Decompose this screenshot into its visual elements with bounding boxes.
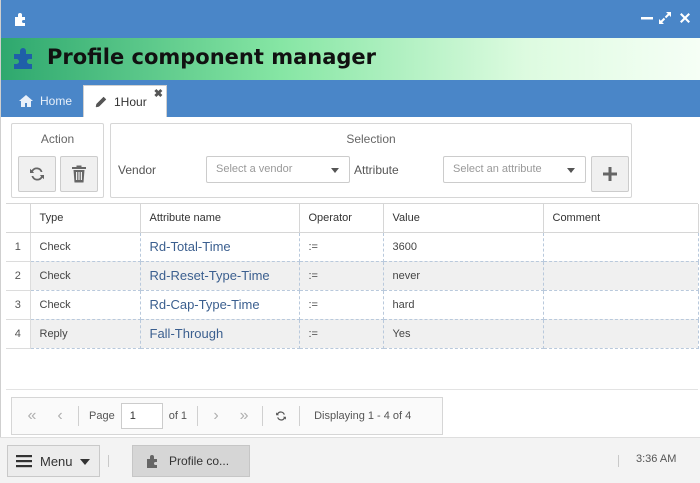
pager-separator <box>262 406 264 426</box>
next-page-icon[interactable]: › <box>202 402 230 430</box>
page-count-label: of 1 <box>168 410 188 422</box>
table-row[interactable]: 3 Check Rd-Cap-Type-Time := hard <box>6 289 699 320</box>
operator-cell[interactable]: := <box>298 260 384 291</box>
puzzle-icon <box>12 45 38 71</box>
attribute-cell[interactable]: Rd-Cap-Type-Time <box>139 289 300 320</box>
window-titlebar[interactable] <box>1 0 700 38</box>
first-page-icon[interactable]: « <box>18 402 46 430</box>
table-row[interactable]: 2 Check Rd-Reset-Type-Time := never <box>6 260 699 291</box>
attribute-cell[interactable]: Fall-Through <box>139 318 300 349</box>
refresh-icon <box>276 411 286 421</box>
attribute-select[interactable]: Select an attribute <box>443 156 586 183</box>
chevron-down-icon <box>80 459 90 465</box>
tab-close-icon[interactable]: ✖ <box>154 87 163 100</box>
taskbar-divider <box>618 455 619 467</box>
chevron-down-icon <box>331 168 339 173</box>
column-header-rownum <box>6 204 31 233</box>
page-title: Profile component manager <box>47 45 377 69</box>
tab-1hour[interactable]: 1Hour ✖ <box>83 85 167 117</box>
plus-icon <box>603 167 617 181</box>
comment-cell[interactable] <box>542 289 699 320</box>
column-header-value[interactable]: Value <box>383 204 544 233</box>
type-cell[interactable]: Check <box>29 260 141 291</box>
page-label: Page <box>89 410 115 422</box>
tab-strip: Home 1Hour ✖ <box>1 80 700 117</box>
row-number: 3 <box>6 290 31 320</box>
attribute-cell[interactable]: Rd-Reset-Type-Time <box>139 260 300 291</box>
value-cell[interactable]: 3600 <box>382 231 544 262</box>
type-cell[interactable]: Reply <box>29 318 141 349</box>
home-icon <box>19 95 33 107</box>
pager-separator <box>78 406 79 426</box>
add-attribute-button[interactable] <box>591 156 629 192</box>
chevron-down-icon <box>567 168 575 173</box>
tab-1hour-label: 1Hour <box>114 94 147 109</box>
grid-header-row: Type Attribute name Operator Value Comme… <box>6 204 699 233</box>
table-row[interactable]: 4 Reply Fall-Through := Yes <box>6 318 699 349</box>
menu-button[interactable]: Menu <box>7 445 100 477</box>
attribute-placeholder: Select an attribute <box>453 163 542 175</box>
pencil-icon <box>95 96 107 107</box>
app-banner: Profile component manager <box>1 38 700 80</box>
prev-page-icon[interactable]: ‹ <box>46 402 74 430</box>
vendor-placeholder: Select a vendor <box>216 163 293 175</box>
vendor-select[interactable]: Select a vendor <box>206 156 350 183</box>
close-icon[interactable] <box>677 10 693 26</box>
last-page-icon[interactable]: » <box>230 402 258 430</box>
refresh-icon <box>30 167 44 181</box>
tab-home-label: Home <box>40 94 73 108</box>
action-group: Action <box>11 123 104 198</box>
delete-button[interactable] <box>60 156 98 192</box>
operator-cell[interactable]: := <box>298 231 384 262</box>
attribute-cell[interactable]: Rd-Total-Time <box>139 231 300 262</box>
vendor-label: Vendor <box>118 163 157 177</box>
type-cell[interactable]: Check <box>29 289 141 320</box>
value-cell[interactable]: hard <box>382 289 544 320</box>
pager-status: Displaying 1 - 4 of 4 <box>314 410 412 422</box>
operator-cell[interactable]: := <box>298 289 384 320</box>
column-header-type[interactable]: Type <box>30 204 141 233</box>
selection-legend: Selection <box>346 132 396 146</box>
task-label: Profile co... <box>169 454 230 468</box>
comment-cell[interactable] <box>542 231 699 262</box>
pager-separator <box>299 406 301 426</box>
tab-home[interactable]: Home <box>8 85 80 117</box>
row-number: 4 <box>6 319 31 349</box>
column-header-attribute-name[interactable]: Attribute name <box>140 204 300 233</box>
hamburger-icon <box>16 455 32 468</box>
action-legend: Action <box>40 132 75 146</box>
refresh-button[interactable] <box>18 156 56 192</box>
comment-cell[interactable] <box>542 260 699 291</box>
row-number: 1 <box>6 232 31 262</box>
clock: 3:36 AM <box>636 453 677 465</box>
type-cell[interactable]: Check <box>29 231 141 262</box>
grid-divider <box>6 389 698 390</box>
trash-icon <box>72 165 86 183</box>
operator-cell[interactable]: := <box>298 318 384 349</box>
selection-group: Selection Vendor Select a vendor Attribu… <box>110 123 632 198</box>
minimize-icon[interactable] <box>639 10 655 26</box>
puzzle-icon <box>147 455 157 468</box>
page-number-input[interactable]: 1 <box>120 403 163 429</box>
column-header-operator[interactable]: Operator <box>299 204 384 233</box>
taskbar-task-profile[interactable]: Profile co... <box>132 445 250 477</box>
app-window: Profile component manager Home 1Hour ✖ A… <box>0 0 700 437</box>
taskbar-divider <box>108 455 109 467</box>
pager-separator <box>197 406 199 426</box>
refresh-page-button[interactable] <box>267 402 295 430</box>
attributes-grid: Type Attribute name Operator Value Comme… <box>6 203 699 389</box>
puzzle-icon <box>13 11 29 27</box>
attribute-label: Attribute <box>354 163 399 177</box>
column-header-comment[interactable]: Comment <box>543 204 699 233</box>
comment-cell[interactable] <box>542 318 699 349</box>
table-row[interactable]: 1 Check Rd-Total-Time := 3600 <box>6 231 699 262</box>
pagination-toolbar: « ‹ Page 1 of 1 › » Displaying 1 - 4 of … <box>11 397 443 435</box>
taskbar: Menu Profile co... 3:36 AM <box>0 437 700 483</box>
value-cell[interactable]: Yes <box>382 318 544 349</box>
value-cell[interactable]: never <box>382 260 544 291</box>
maximize-icon[interactable] <box>657 10 673 26</box>
row-number: 2 <box>6 261 31 291</box>
main-content: Action Selection Vendor Select a vendor <box>1 117 700 437</box>
menu-label: Menu <box>40 453 73 469</box>
